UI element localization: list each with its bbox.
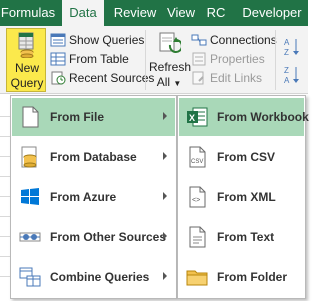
grid-line xyxy=(0,216,10,217)
submenu-item-label: From Folder xyxy=(217,270,288,284)
menu-item-label: Combine Queries xyxy=(50,270,150,284)
grid-line xyxy=(0,176,10,177)
svg-text:A: A xyxy=(284,38,290,47)
grid-line xyxy=(0,136,10,137)
svg-text:CSV: CSV xyxy=(191,159,203,165)
menu-item-from-database[interactable]: From Database xyxy=(12,138,175,176)
submenu-item-from-workbook[interactable]: X From Workbook xyxy=(179,98,309,136)
edit-links-button[interactable]: Edit Links xyxy=(191,69,262,87)
chevron-down-icon: ▼ xyxy=(173,79,182,88)
other-sources-icon xyxy=(19,232,41,242)
tab-review[interactable]: Review xyxy=(110,0,160,26)
svg-text:Z: Z xyxy=(284,66,289,75)
recent-sources-icon xyxy=(50,71,66,85)
tab-formulas[interactable]: Formulas xyxy=(0,0,56,26)
svg-text:Z: Z xyxy=(284,48,289,57)
grid-line xyxy=(0,156,10,157)
ribbon-panel: New Query ▼ Show Queries From Table Rece… xyxy=(0,26,308,103)
menu-item-label: From Azure xyxy=(50,190,117,204)
text-file-icon xyxy=(189,226,206,248)
submenu-item-label: From CSV xyxy=(217,150,276,164)
refresh-icon xyxy=(159,32,181,53)
recent-sources-label: Recent Sources xyxy=(69,71,155,85)
svg-text:X: X xyxy=(189,113,195,123)
ribbon-tab-bar: Formulas Data Review View RC Developer xyxy=(0,0,308,26)
tab-developer[interactable]: Developer xyxy=(236,0,308,26)
new-query-button[interactable]: New Query ▼ xyxy=(6,28,46,103)
show-queries-label: Show Queries xyxy=(69,33,145,47)
submenu-arrow-icon xyxy=(163,272,167,280)
submenu-item-label: From XML xyxy=(217,190,276,204)
azure-icon xyxy=(21,188,39,205)
sort-za-icon: Z A xyxy=(284,66,299,85)
submenu-item-from-text[interactable]: From Text xyxy=(179,218,304,256)
new-query-label-line1: New xyxy=(14,61,39,75)
show-queries-button[interactable]: Show Queries xyxy=(50,31,144,49)
file-icon xyxy=(22,106,39,128)
combine-icon xyxy=(19,267,41,287)
grid-line xyxy=(0,236,10,237)
menu-item-from-other-sources[interactable]: From Other Sources xyxy=(12,218,175,256)
svg-text:A: A xyxy=(284,76,290,85)
database-icon xyxy=(21,146,37,168)
refresh-all-button[interactable]: Refresh All ▼ xyxy=(149,28,192,92)
sort-descending-button[interactable]: Z A xyxy=(282,64,302,86)
connections-icon xyxy=(191,33,207,47)
tab-view[interactable]: View xyxy=(164,0,198,26)
refresh-label-line2-text: All xyxy=(156,75,171,89)
submenu-item-label: From Text xyxy=(217,230,275,244)
tab-rc[interactable]: RC xyxy=(203,0,229,26)
menu-item-from-azure[interactable]: From Azure xyxy=(12,178,175,216)
ribbon-divider xyxy=(275,30,276,90)
xml-file-icon: <> xyxy=(189,186,206,208)
properties-label: Properties xyxy=(210,52,265,66)
menu-item-combine-queries[interactable]: Combine Queries xyxy=(12,258,175,296)
folder-icon xyxy=(186,270,208,286)
submenu-arrow-icon xyxy=(163,152,167,160)
grid-line xyxy=(0,256,10,257)
connections-label: Connections xyxy=(210,33,277,47)
menu-item-label: From Other Sources xyxy=(50,230,167,244)
properties-button[interactable]: Properties xyxy=(191,50,265,68)
submenu-arrow-icon xyxy=(163,192,167,200)
grid-line xyxy=(0,276,10,277)
submenu-arrow-icon xyxy=(163,112,167,120)
new-query-label-line2-text: Query xyxy=(10,76,44,90)
menu-item-label: From Database xyxy=(50,150,137,164)
tab-data[interactable]: Data xyxy=(62,0,104,26)
menu-item-label: From File xyxy=(50,110,105,124)
csv-file-icon: CSV xyxy=(189,146,206,168)
menu-item-from-file[interactable]: From File xyxy=(12,98,175,136)
svg-text:<>: <> xyxy=(192,197,200,204)
submenu-item-from-folder[interactable]: From Folder xyxy=(179,258,304,296)
submenu-item-label: From Workbook xyxy=(217,110,309,124)
submenu-item-from-csv[interactable]: CSV From CSV xyxy=(179,138,304,176)
show-queries-icon xyxy=(50,33,66,47)
grid-line xyxy=(0,196,10,197)
refresh-label-line2: All ▼ xyxy=(149,75,189,89)
from-table-button[interactable]: From Table xyxy=(50,50,129,68)
ribbon-divider xyxy=(145,30,146,90)
grid-line xyxy=(0,116,10,117)
new-query-menu: From File From Database From Azure From … xyxy=(10,95,177,299)
edit-links-icon xyxy=(191,71,207,85)
recent-sources-button[interactable]: Recent Sources xyxy=(50,69,154,87)
from-table-label: From Table xyxy=(69,52,129,66)
from-file-submenu: X From Workbook CSV From CSV <> From XML… xyxy=(177,95,309,299)
excel-workbook-icon: X xyxy=(187,107,208,127)
table-icon xyxy=(50,52,66,66)
connections-button[interactable]: Connections xyxy=(191,31,277,49)
submenu-arrow-icon xyxy=(163,232,167,240)
refresh-label-line1: Refresh xyxy=(149,60,192,74)
submenu-item-from-xml[interactable]: <> From XML xyxy=(179,178,304,216)
sort-ascending-button[interactable]: A Z xyxy=(282,36,302,58)
edit-links-label: Edit Links xyxy=(210,71,263,85)
properties-icon xyxy=(191,52,207,66)
new-query-icon xyxy=(18,32,34,58)
sort-az-icon: A Z xyxy=(284,38,299,57)
